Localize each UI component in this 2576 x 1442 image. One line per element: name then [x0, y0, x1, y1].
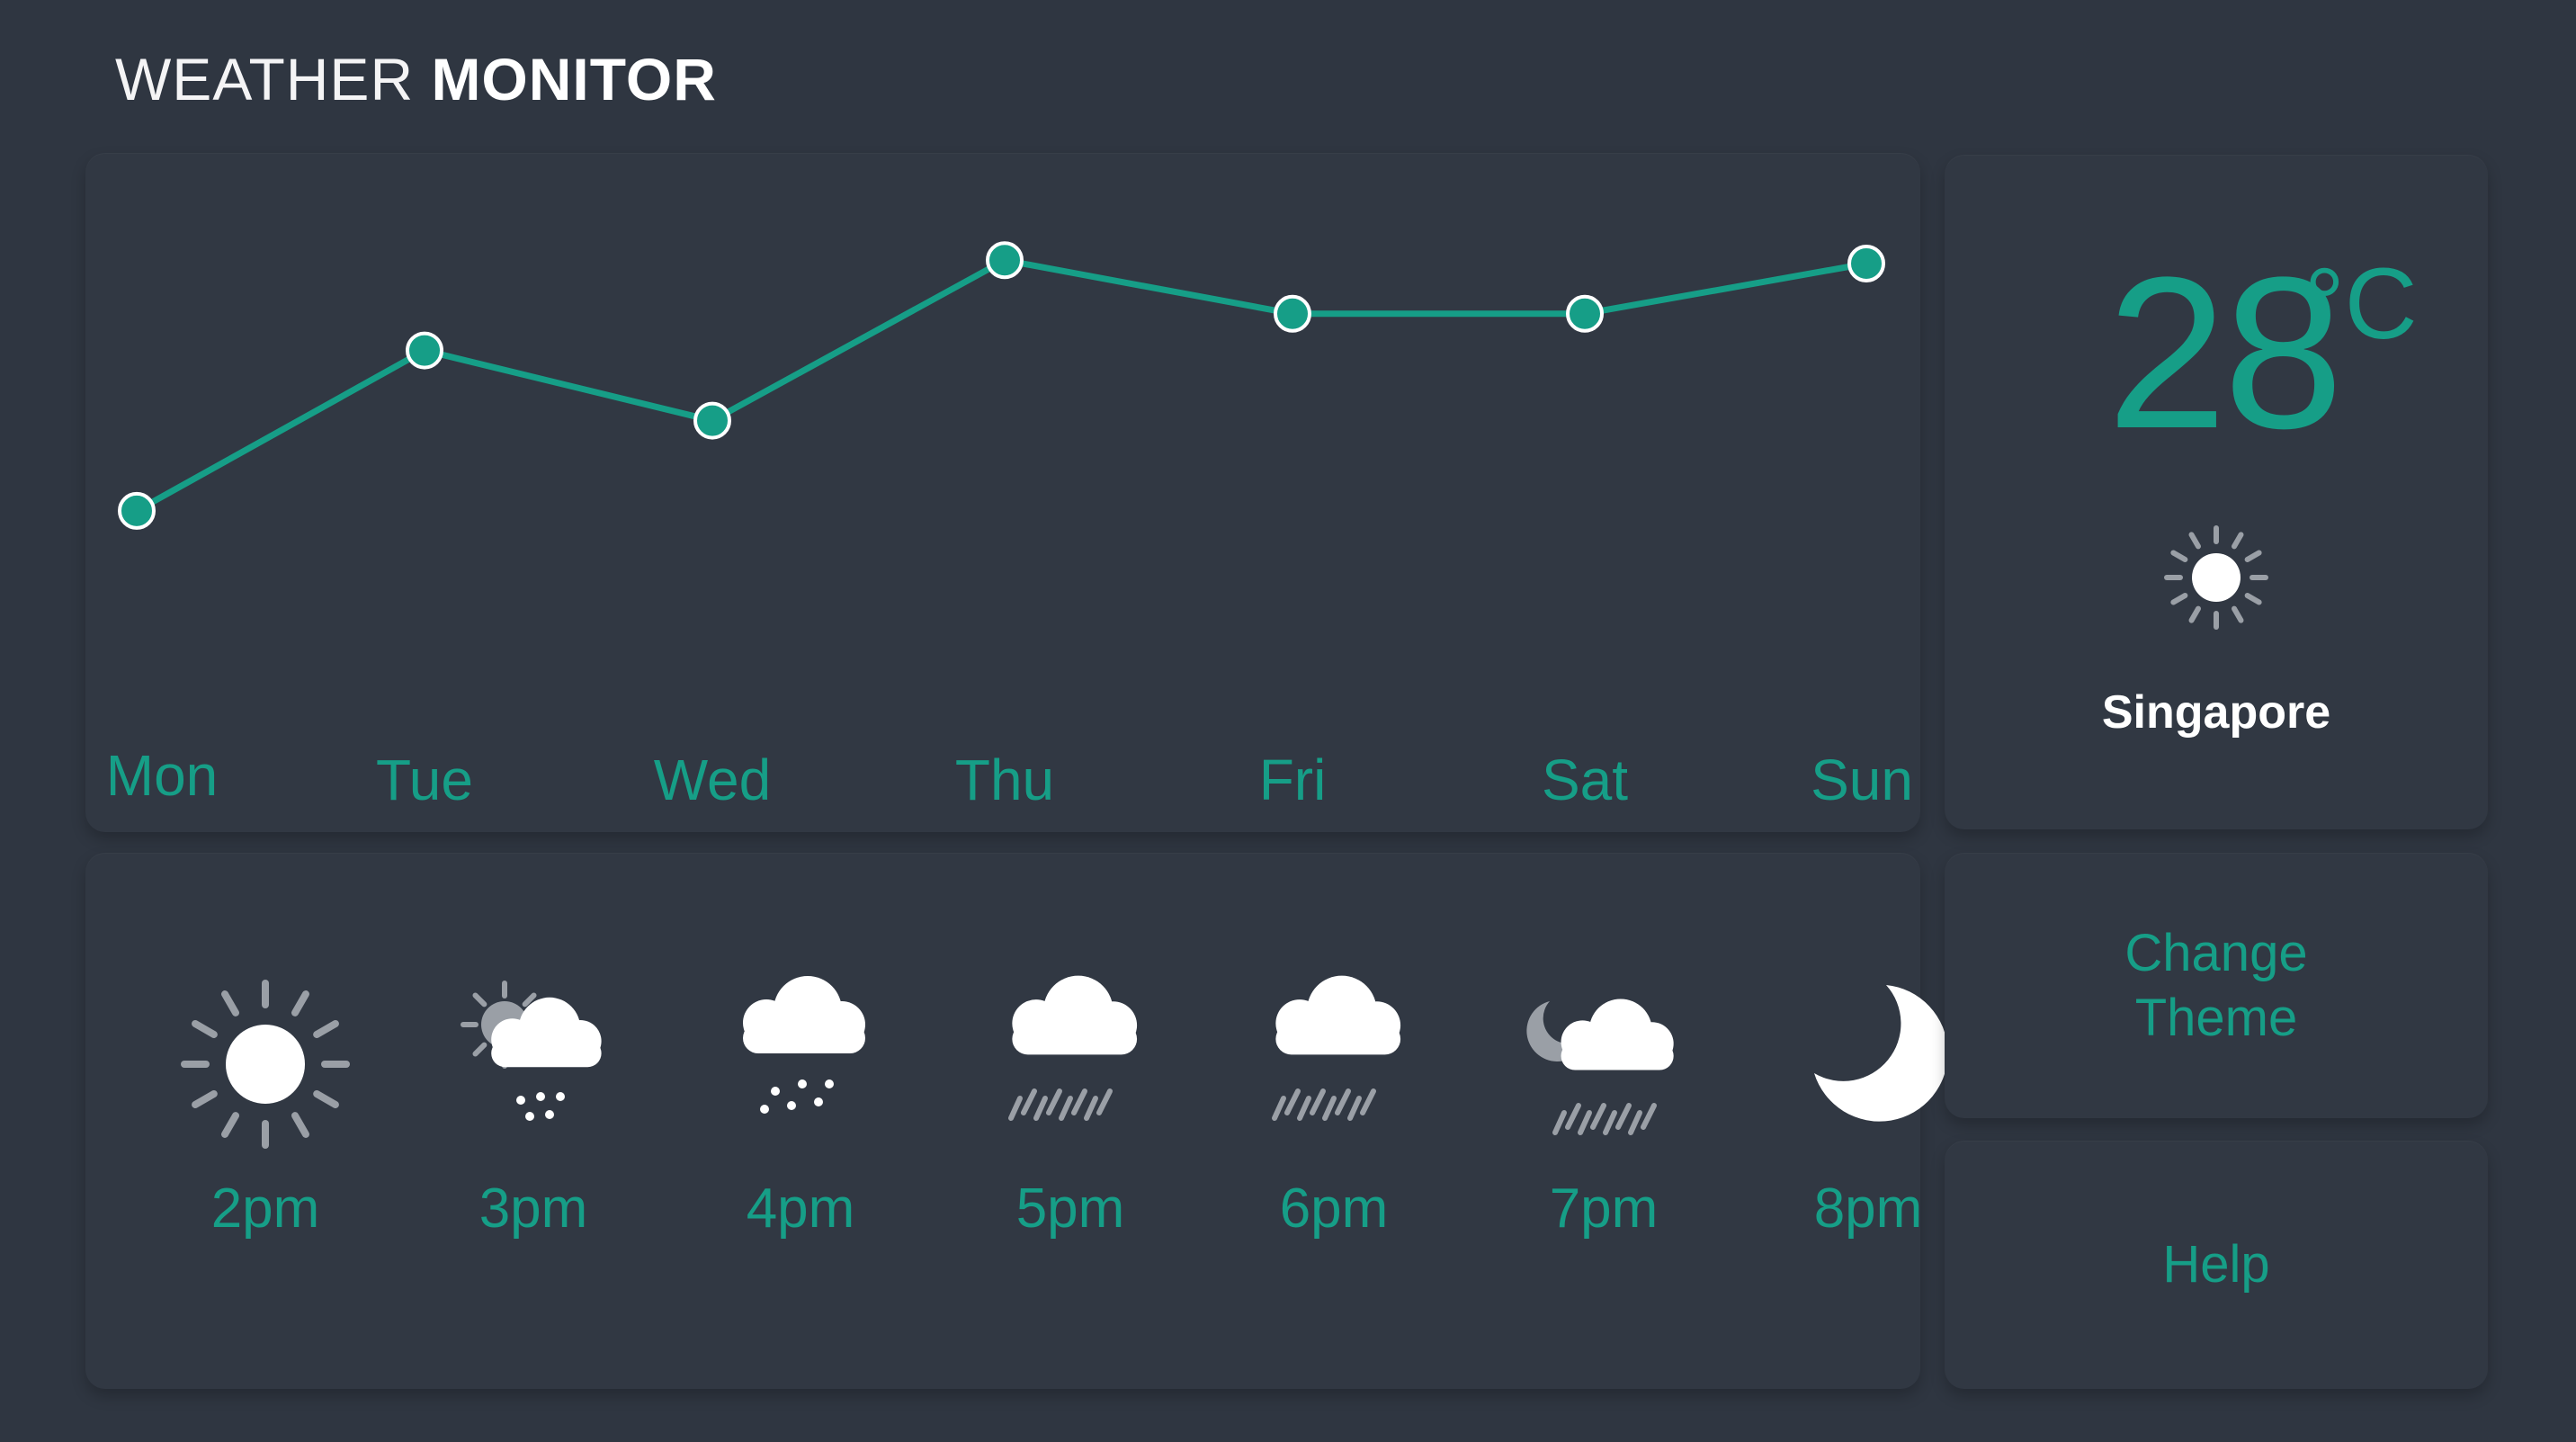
night-rain-icon	[1526, 999, 1674, 1135]
help-label: Help	[2162, 1235, 2270, 1294]
sun-icon	[181, 980, 350, 1149]
data-point-wed[interactable]	[693, 401, 731, 440]
current-conditions-panel: 28 °C Singapore	[1945, 155, 2488, 829]
hour-label: 5pm	[1015, 1178, 1125, 1240]
change-theme-label: Change Theme	[1945, 921, 2488, 1051]
data-point-thu[interactable]	[986, 241, 1024, 280]
city-name: Singapore	[2101, 686, 2331, 739]
day-label-sun: Sun	[1811, 748, 1913, 812]
data-point-tue[interactable]	[406, 331, 443, 370]
hourly-forecast-panel: 2pm 3pm 4pm 5pm 6pm 7pm 8pm	[85, 853, 1948, 1389]
day-label-thu: Thu	[954, 748, 1055, 812]
day-label-mon: Mon	[105, 743, 219, 808]
weekly-chart-panel: Mon Tue Wed Thu Fri Sat Sun	[85, 153, 1920, 832]
day-label-wed: Wed	[653, 748, 772, 812]
day-label-sat: Sat	[1541, 748, 1629, 812]
hour-label: 6pm	[1279, 1178, 1389, 1240]
change-theme-label-line1: Change	[2124, 924, 2308, 982]
app-title-bold: MONITOR	[431, 46, 717, 112]
data-point-sun[interactable]	[1847, 245, 1885, 282]
day-label-fri: Fri	[1258, 748, 1327, 812]
snow-cloud-icon	[743, 976, 865, 1114]
help-button[interactable]: Help	[1945, 1141, 2488, 1389]
hour-label: 4pm	[746, 1178, 855, 1240]
data-point-sat[interactable]	[1566, 294, 1604, 333]
hour-label: 2pm	[210, 1178, 320, 1240]
rain-cloud-icon	[1008, 975, 1138, 1121]
temperature-unit: °C	[2304, 247, 2418, 360]
moon-icon	[1814, 985, 1948, 1122]
rain-cloud-icon	[1272, 975, 1401, 1121]
temperature-series-line	[135, 256, 1867, 514]
change-theme-button[interactable]: Change Theme	[1945, 853, 2488, 1118]
change-theme-label-line2: Theme	[2134, 989, 2298, 1047]
weekly-temperature-chart	[118, 241, 1885, 530]
data-point-mon[interactable]	[118, 491, 156, 530]
data-point-fri[interactable]	[1274, 294, 1311, 333]
sun-icon	[2164, 525, 2268, 630]
hour-label: 8pm	[1813, 1178, 1923, 1240]
partly-cloudy-snow-icon	[461, 981, 602, 1121]
app-title: WEATHER MONITOR	[115, 45, 717, 113]
app-title-light: WEATHER	[115, 46, 415, 112]
day-label-tue: Tue	[376, 748, 473, 812]
hour-label: 3pm	[479, 1178, 588, 1240]
hour-label: 7pm	[1549, 1178, 1659, 1240]
